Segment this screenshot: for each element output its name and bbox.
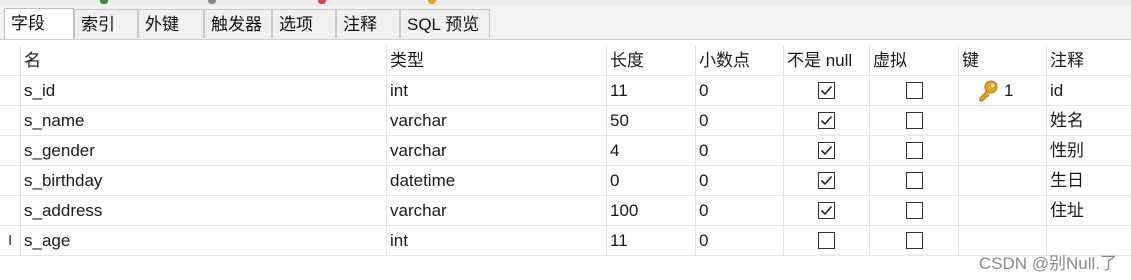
field-key-cell[interactable] (958, 166, 1046, 195)
current-row-indicator: I (8, 232, 13, 249)
primary-key-icon (979, 80, 998, 102)
field-length-cell[interactable]: 100 (606, 196, 695, 225)
virtual-cell (869, 136, 958, 165)
column-header-length[interactable]: 长度 (606, 46, 695, 75)
grid-header-row: 名 类型 长度 小数点 不是 null 虚拟 键 注释 (0, 46, 1131, 76)
field-type-cell[interactable]: varchar (386, 106, 606, 135)
field-length-cell[interactable]: 11 (606, 76, 695, 105)
toolbar-gray-icon (208, 0, 216, 4)
tab-comment[interactable]: 注释 (336, 9, 400, 38)
column-header-virtual[interactable]: 虚拟 (869, 46, 958, 75)
field-key-cell[interactable] (958, 76, 1046, 105)
not-null-checkbox[interactable] (818, 202, 835, 219)
field-name-cell[interactable]: s_birthday (20, 166, 386, 195)
field-type-cell[interactable]: int (386, 76, 606, 105)
virtual-checkbox[interactable] (906, 172, 923, 189)
checkmark-icon (820, 205, 833, 216)
field-comment-cell[interactable]: 生日 (1046, 166, 1131, 195)
field-comment-cell[interactable]: 性别 (1046, 136, 1131, 165)
field-decimals-cell[interactable]: 0 (695, 196, 783, 225)
field-type-cell[interactable]: int (386, 226, 606, 255)
checkmark-icon (820, 145, 833, 156)
not-null-cell (783, 76, 869, 105)
column-header-comment[interactable]: 注释 (1046, 46, 1131, 75)
table-row[interactable]: s_gender varchar 4 0 性别 (0, 136, 1131, 166)
checkmark-icon (820, 175, 833, 186)
virtual-checkbox[interactable] (906, 202, 923, 219)
field-comment-cell[interactable]: 住址 (1046, 196, 1131, 225)
toolbar-red-icon (318, 0, 326, 4)
virtual-checkbox[interactable] (906, 142, 923, 159)
field-type-cell[interactable]: varchar (386, 136, 606, 165)
checkmark-icon (820, 85, 833, 96)
field-key-cell[interactable] (958, 106, 1046, 135)
virtual-checkbox[interactable] (906, 232, 923, 249)
field-comment-cell[interactable]: id (1046, 76, 1131, 105)
field-key-cell[interactable] (958, 196, 1046, 225)
toolbar-yellow-icon (428, 0, 436, 4)
table-row[interactable]: s_birthday datetime 0 0 生日 (0, 166, 1131, 196)
field-decimals-cell[interactable]: 0 (695, 226, 783, 255)
column-header-not-null[interactable]: 不是 null (783, 46, 869, 75)
not-null-cell (783, 106, 869, 135)
tab-foreign-keys[interactable]: 外键 (138, 9, 204, 38)
field-decimals-cell[interactable]: 0 (695, 166, 783, 195)
virtual-cell (869, 166, 958, 195)
table-row[interactable]: s_address varchar 100 0 住址 (0, 196, 1131, 226)
not-null-checkbox[interactable] (818, 142, 835, 159)
not-null-checkbox[interactable] (818, 172, 835, 189)
tab-sql-preview[interactable]: SQL 预览 (400, 9, 490, 38)
virtual-checkbox[interactable] (906, 82, 923, 99)
field-type-cell[interactable]: datetime (386, 166, 606, 195)
virtual-checkbox[interactable] (906, 112, 923, 129)
field-length-cell[interactable]: 4 (606, 136, 695, 165)
watermark: CSDN @别Null.了 (978, 254, 1117, 273)
checkmark-icon (820, 115, 833, 126)
tab-triggers[interactable]: 触发器 (204, 9, 272, 38)
not-null-cell (783, 196, 869, 225)
column-header-key[interactable]: 键 (958, 46, 1046, 75)
field-name-cell[interactable]: s_gender (20, 136, 386, 165)
table-row[interactable]: I s_age int 11 0 (0, 226, 1131, 256)
tab-options[interactable]: 选项 (272, 9, 336, 38)
field-name-cell[interactable]: s_address (20, 196, 386, 225)
field-length-cell[interactable]: 50 (606, 106, 695, 135)
field-name-cell[interactable]: s_name (20, 106, 386, 135)
virtual-cell (869, 76, 958, 105)
field-key-cell[interactable] (958, 136, 1046, 165)
toolbar-green-icon (100, 0, 108, 4)
field-name-cell[interactable]: s_id (20, 76, 386, 105)
virtual-cell (869, 226, 958, 255)
not-null-cell (783, 136, 869, 165)
table-row[interactable]: s_name varchar 50 0 姓名 (0, 106, 1131, 136)
table-row[interactable]: s_id int 11 0 1 id (0, 76, 1131, 106)
field-decimals-cell[interactable]: 0 (695, 76, 783, 105)
not-null-checkbox[interactable] (818, 232, 835, 249)
column-header-type[interactable]: 类型 (386, 46, 606, 75)
field-length-cell[interactable]: 0 (606, 166, 695, 195)
virtual-cell (869, 106, 958, 135)
not-null-cell (783, 226, 869, 255)
field-decimals-cell[interactable]: 0 (695, 136, 783, 165)
column-header-name[interactable]: 名 (20, 46, 386, 75)
field-comment-cell[interactable]: 姓名 (1046, 106, 1131, 135)
not-null-checkbox[interactable] (818, 112, 835, 129)
tab-fields[interactable]: 字段 (4, 8, 74, 39)
virtual-cell (869, 196, 958, 225)
column-header-decimals[interactable]: 小数点 (695, 46, 783, 75)
tab-indexes[interactable]: 索引 (74, 9, 138, 38)
tab-bar: 字段 索引 外键 触发器 选项 注释 SQL 预览 (0, 6, 1131, 40)
field-name-cell[interactable]: s_age (20, 226, 386, 255)
field-type-cell[interactable]: varchar (386, 196, 606, 225)
not-null-cell (783, 166, 869, 195)
not-null-checkbox[interactable] (818, 82, 835, 99)
field-decimals-cell[interactable]: 0 (695, 106, 783, 135)
key-order-number: 1 (1004, 81, 1014, 100)
field-length-cell[interactable]: 11 (606, 226, 695, 255)
